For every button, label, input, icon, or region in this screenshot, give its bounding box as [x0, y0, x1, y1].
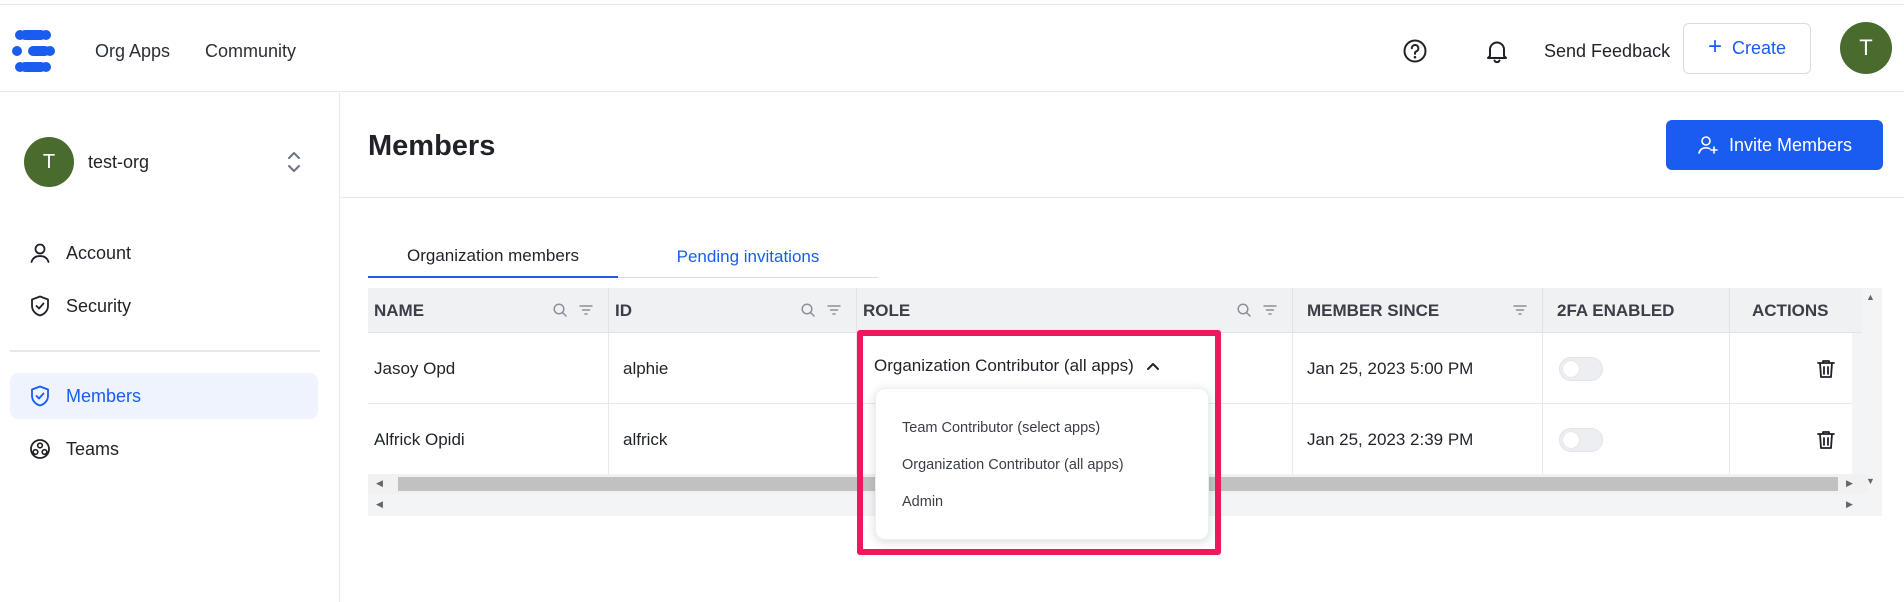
main-divider — [341, 197, 1904, 198]
vertical-scrollbar[interactable]: ▲ ▼ — [1862, 288, 1882, 494]
top-header: Org Apps Community Send Feedback + Creat… — [0, 5, 1904, 92]
search-icon[interactable] — [1236, 302, 1252, 318]
invite-members-label: Invite Members — [1728, 134, 1853, 155]
invite-members-button[interactable]: Invite Members — [1666, 120, 1883, 170]
column-label: ACTIONS — [1752, 300, 1829, 320]
sidebar-item-teams[interactable]: Teams — [10, 426, 318, 472]
column-header-2fa: 2FA ENABLED — [1543, 288, 1730, 333]
role-option-organization-contributor[interactable]: Organization Contributor (all apps) — [902, 457, 1124, 473]
shield-icon — [31, 295, 49, 317]
sidebar-item-members[interactable]: Members — [10, 373, 318, 419]
trash-icon[interactable] — [1814, 357, 1838, 381]
role-option-team-contributor[interactable]: Team Contributor (select apps) — [902, 420, 1100, 436]
scroll-down-icon[interactable]: ▼ — [1866, 476, 1875, 486]
scroll-up-icon[interactable]: ▲ — [1866, 292, 1875, 302]
role-select[interactable]: Organization Contributor (all apps) — [874, 356, 1160, 376]
scroll-left-icon[interactable]: ◀ — [376, 478, 383, 489]
teams-icon — [30, 439, 50, 459]
scroll-left-icon[interactable]: ◀ — [376, 499, 383, 510]
cell-id: alphie — [609, 333, 857, 404]
column-header-member-since: MEMBER SINCE — [1293, 288, 1543, 333]
role-select-value: Organization Contributor (all apps) — [874, 356, 1134, 375]
plus-icon: + — [1707, 33, 1722, 60]
nav-org-apps[interactable]: Org Apps — [95, 41, 170, 62]
scroll-right-icon[interactable]: ▶ — [1846, 478, 1853, 489]
org-switcher[interactable]: T test-org — [24, 137, 314, 189]
help-icon[interactable] — [1401, 37, 1429, 65]
sidebar-item-label: Members — [66, 385, 142, 406]
sidebar-item-label: Security — [66, 295, 132, 316]
shield-check-icon — [31, 385, 49, 407]
column-label: NAME — [374, 300, 425, 320]
role-dropdown-menu: Team Contributor (select apps) Organizat… — [875, 388, 1209, 540]
org-avatar: T — [24, 137, 74, 187]
column-header-role: ROLE — [857, 288, 1293, 333]
page-title: Members — [368, 130, 496, 162]
cell-id: alfrick — [609, 404, 857, 475]
filter-icon[interactable] — [578, 302, 594, 318]
column-label: ID — [615, 300, 632, 320]
role-option-admin[interactable]: Admin — [902, 494, 943, 510]
sidebar: T test-org Account Security Members Team… — [0, 93, 340, 602]
sidebar-divider — [10, 350, 320, 352]
column-header-name: NAME — [368, 288, 609, 333]
filter-icon[interactable] — [1512, 302, 1528, 318]
org-name: test-org — [88, 152, 150, 172]
sidebar-item-account[interactable]: Account — [10, 230, 318, 276]
twofa-toggle[interactable] — [1559, 356, 1603, 381]
search-icon[interactable] — [800, 302, 816, 318]
cell-member-since: Jan 25, 2023 5:00 PM — [1293, 333, 1543, 404]
member-tabs: Organization members Pending invitations — [368, 236, 878, 278]
column-label: 2FA ENABLED — [1557, 300, 1675, 320]
column-label: ROLE — [863, 300, 911, 320]
search-icon[interactable] — [552, 302, 568, 318]
column-header-actions: ACTIONS — [1730, 288, 1862, 333]
add-user-icon — [1698, 136, 1718, 154]
filter-icon[interactable] — [826, 302, 842, 318]
column-label: MEMBER SINCE — [1307, 300, 1440, 320]
user-icon — [30, 243, 50, 263]
cell-name: Alfrick Opidi — [368, 404, 609, 475]
cell-name: Jasoy Opd — [368, 333, 609, 404]
user-avatar[interactable]: T — [1840, 22, 1892, 74]
bell-icon[interactable] — [1483, 37, 1511, 65]
cell-2fa — [1543, 333, 1730, 404]
cell-actions — [1730, 333, 1852, 404]
chevron-up-icon — [1146, 363, 1159, 370]
cell-member-since: Jan 25, 2023 2:39 PM — [1293, 404, 1543, 475]
create-label: Create — [1731, 38, 1787, 58]
cell-actions — [1730, 404, 1852, 475]
sidebar-item-security[interactable]: Security — [10, 283, 318, 329]
send-feedback-link[interactable]: Send Feedback — [1544, 41, 1670, 62]
trash-icon[interactable] — [1814, 428, 1838, 452]
app-logo-icon[interactable] — [12, 29, 58, 73]
table-header: NAME ID ROLE MEMBER SINCE 2FA ENABLED AC… — [368, 288, 1862, 333]
create-button[interactable]: + Create — [1683, 23, 1811, 74]
scroll-right-icon[interactable]: ▶ — [1846, 499, 1853, 510]
nav-community[interactable]: Community — [205, 41, 296, 62]
cell-2fa — [1543, 404, 1730, 475]
sidebar-item-label: Teams — [66, 438, 120, 459]
tab-pending-invitations[interactable]: Pending invitations — [618, 236, 878, 278]
column-header-id: ID — [609, 288, 857, 333]
sidebar-item-label: Account — [66, 242, 132, 263]
chevron-up-down-icon — [288, 152, 300, 172]
filter-icon[interactable] — [1262, 302, 1278, 318]
tab-organization-members[interactable]: Organization members — [368, 236, 618, 278]
twofa-toggle[interactable] — [1559, 427, 1603, 452]
